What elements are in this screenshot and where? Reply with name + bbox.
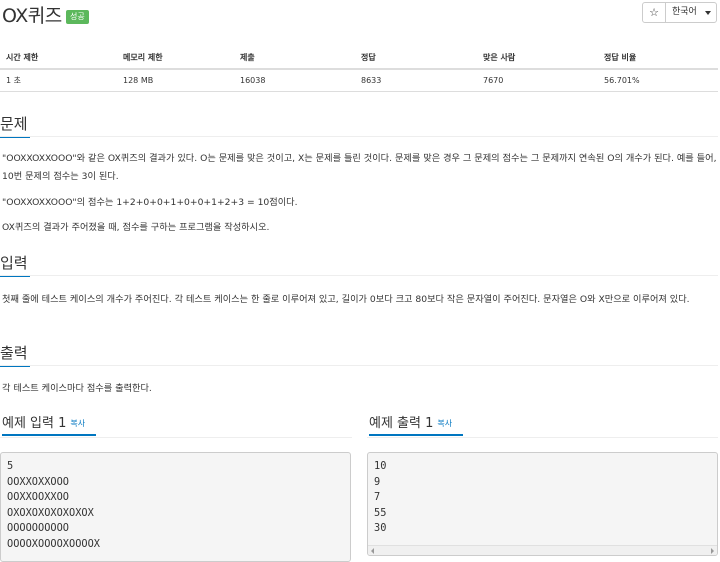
example-output-box[interactable]: 10 9 7 55 30	[367, 452, 718, 556]
scroll-left-icon[interactable]	[371, 548, 374, 554]
stats-value-row: 1 초 128 MB 16038 8633 7670 56.701%	[0, 69, 718, 92]
problem-description-1: "OOXXOXXOOO"와 같은 OX퀴즈의 결과가 있다. O는 문제를 맞은…	[2, 153, 717, 182]
star-button[interactable]: ☆	[642, 2, 666, 23]
problem-description-3: OX퀴즈의 결과가 주어졌을 때, 점수를 구하는 프로그램을 작성하시오.	[2, 222, 270, 233]
section-divider	[0, 437, 352, 438]
section-divider	[0, 275, 718, 276]
section-divider	[0, 136, 718, 137]
scroll-right-icon[interactable]	[711, 548, 714, 554]
stats-solvers: 7670	[477, 69, 598, 92]
example-input-line: OOXXOOXXOO	[7, 491, 69, 504]
stats-ratio: 56.701%	[598, 69, 718, 92]
input-section-heading: 입력	[0, 252, 30, 277]
horizontal-scrollbar[interactable]	[368, 545, 717, 555]
stats-time-limit: 1 초	[0, 69, 117, 92]
caret-down-icon	[705, 11, 711, 15]
example-output-title: 예제 출력 1	[369, 416, 434, 431]
output-description: 각 테스트 케이스마다 점수를 출력한다.	[2, 383, 152, 394]
section-divider	[367, 437, 718, 438]
output-section-title: 출력	[0, 344, 28, 362]
stats-header-solvers: 맞은 사람	[477, 46, 598, 70]
problem-section-heading: 문제	[0, 113, 30, 138]
example-input-title: 예제 입력 1	[2, 416, 67, 431]
example-output-line: 55	[374, 506, 387, 519]
example-input-line: OXOXOXOXOXOXOX	[7, 506, 94, 519]
stats-accepted: 8633	[355, 69, 477, 92]
stats-memory-limit: 128 MB	[117, 69, 234, 92]
problem-header: OX퀴즈 성공 ☆ 한국어	[0, 0, 720, 30]
example-input-line: OOXXOXXOOO	[7, 475, 69, 488]
stats-header-submissions: 제출	[234, 46, 355, 70]
problem-title: OX퀴즈	[2, 5, 62, 27]
copy-output-button[interactable]: 복사	[437, 419, 452, 428]
example-input-line: OOOOXOOOOXOOOOX	[7, 537, 100, 550]
example-input-box[interactable]: 5 OOXXOXXOOO OOXXOOXXOO OXOXOXOXOXOXOX O…	[0, 452, 351, 562]
example-output-heading: 예제 출력 1 복사	[369, 412, 463, 436]
stats-header-time-limit: 시간 제한	[0, 46, 117, 70]
status-badge: 성공	[66, 10, 89, 24]
example-output-line: 7	[374, 491, 381, 504]
language-label: 한국어	[672, 7, 697, 17]
heading-underline	[2, 434, 96, 436]
problem-section-title: 문제	[0, 115, 28, 133]
example-output-line: 10	[374, 460, 387, 472]
example-input-heading: 예제 입력 1 복사	[2, 412, 96, 436]
stats-header-memory-limit: 메모리 제한	[117, 46, 234, 70]
input-description: 첫째 줄에 테스트 케이스의 개수가 주어진다. 각 테스트 케이스는 한 줄로…	[2, 294, 690, 305]
input-section-title: 입력	[0, 254, 28, 272]
example-output-line: 9	[374, 475, 381, 488]
problem-stats-table: 시간 제한 메모리 제한 제출 정답 맞은 사람 정답 비율 1 초 128 M…	[0, 46, 718, 92]
stats-header-row: 시간 제한 메모리 제한 제출 정답 맞은 사람 정답 비율	[0, 46, 718, 70]
language-dropdown[interactable]: 한국어	[665, 2, 717, 23]
section-divider	[0, 365, 718, 366]
problem-description-2: "OOXXOXXOOO"의 점수는 1+2+0+0+1+0+0+1+2+3 = …	[2, 197, 298, 208]
output-section-heading: 출력	[0, 342, 30, 367]
stats-submissions: 16038	[234, 69, 355, 92]
example-input-line: OOOOOOOOOO	[7, 522, 69, 535]
stats-header-ratio: 정답 비율	[598, 46, 718, 70]
star-icon: ☆	[649, 6, 659, 19]
copy-input-button[interactable]: 복사	[70, 419, 85, 428]
example-input-line: 5	[7, 460, 14, 472]
stats-header-accepted: 정답	[355, 46, 477, 70]
example-output-line: 30	[374, 522, 387, 535]
heading-underline	[369, 434, 463, 436]
